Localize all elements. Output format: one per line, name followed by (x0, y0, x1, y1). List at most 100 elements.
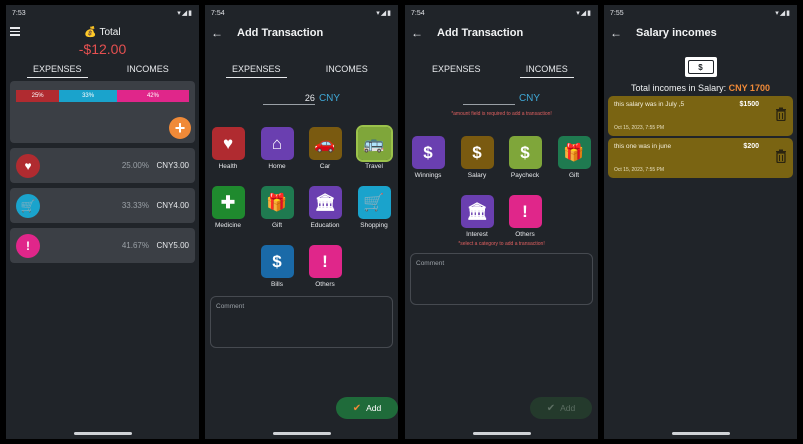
category-car[interactable]: 🚗 Car (307, 127, 343, 170)
education-icon: 🏛 (308, 186, 342, 219)
expense-category-row[interactable]: ! 41.67% CNY5.00 (10, 228, 195, 263)
status-icons: ▾◢▮ (177, 10, 193, 17)
total-label: 💰 Total (84, 27, 121, 38)
comment-field[interactable]: Comment (410, 253, 593, 305)
expense-category-row[interactable]: 🛒 33.33% CNY4.00 (10, 188, 195, 223)
category-travel[interactable]: 🚌 Travel (355, 125, 393, 170)
category-amount: CNY3.00 (156, 161, 189, 170)
add-button-label: Add (366, 403, 382, 413)
category-label: Health (218, 163, 238, 170)
status-time: 7:54 (211, 9, 225, 17)
gesture-bar (472, 432, 531, 435)
total-value: -$12.00 (78, 41, 127, 57)
category-error: *select a category to add a transaction! (458, 241, 545, 247)
category-percent: 25.00% (121, 161, 149, 170)
category-label: Paycheck (510, 172, 540, 179)
income-total-value: CNY 1700 (728, 83, 770, 93)
app-bar: ← Salary incomes (604, 21, 797, 45)
income-amount: $200 (743, 143, 759, 150)
category-percent: 33.33% (121, 201, 149, 210)
add-button[interactable]: ✔ Add (336, 397, 398, 419)
income-item[interactable]: this salary was in July ,5 $1500 Oct 15, 2… (608, 96, 793, 136)
back-arrow-icon[interactable]: ← (211, 26, 231, 40)
category-home[interactable]: ⌂ Home (259, 127, 295, 170)
amount-error: *amount field is required to add a trans… (451, 111, 552, 117)
tab-expenses[interactable]: EXPENSES (411, 64, 502, 77)
category-health[interactable]: ♥ Health (210, 127, 246, 170)
category-label: Education (310, 222, 340, 229)
status-bar: 7:54 ▾◢▮ (205, 5, 398, 21)
tab-incomes[interactable]: INCOMES (502, 64, 593, 78)
status-time: 7:54 (411, 9, 425, 17)
breakdown-bar: 25% 33% 42% (16, 90, 189, 102)
category-education[interactable]: 🏛 Education (307, 186, 343, 229)
money-bill-icon: $ (260, 245, 294, 278)
amount-input[interactable] (462, 93, 515, 105)
category-gift[interactable]: 🎁 Gift (259, 186, 295, 229)
add-transaction-button[interactable]: + (169, 117, 191, 139)
category-label: Others (515, 231, 535, 238)
income-comment: this one was in june (614, 143, 672, 150)
category-medicine[interactable]: ✚ Medicine (210, 186, 246, 229)
gesture-bar (73, 432, 132, 435)
bank-icon: 🏛 (460, 195, 494, 228)
category-label: Travel (365, 163, 383, 170)
status-icons: ▾◢▮ (376, 10, 392, 17)
back-arrow-icon[interactable]: ← (411, 26, 431, 40)
amount-row: CNY (405, 93, 598, 105)
breakdown-segment: 33% (59, 90, 117, 102)
add-button-disabled[interactable]: ✔ Add (530, 397, 592, 419)
page-title: Add Transaction (237, 27, 324, 39)
category-amount: CNY4.00 (156, 201, 189, 210)
car-icon: 🚗 (308, 127, 342, 160)
category-winnings[interactable]: $ Winnings (410, 136, 446, 179)
check-icon: ✔ (546, 402, 556, 414)
category-others[interactable]: ! Others (307, 245, 343, 288)
category-amount: CNY5.00 (156, 241, 189, 250)
add-button-label: Add (560, 403, 576, 413)
status-time: 7:55 (610, 9, 624, 17)
exclamation-icon: ! (508, 195, 542, 228)
category-label: Gift (271, 222, 283, 229)
tab-bar: EXPENSES INCOMES (211, 64, 393, 78)
salary-incomes-screen: 7:55 ▾◢▮ ← Salary incomes $ Total income… (604, 5, 797, 439)
status-icons: ▾◢▮ (576, 10, 592, 17)
exclamation-icon: ! (16, 233, 40, 258)
cart-icon: 🛒 (357, 186, 391, 219)
income-item[interactable]: this one was in june $200 Oct 15, 2023, 7:… (608, 138, 793, 178)
tab-expenses[interactable]: EXPENSES (12, 64, 103, 78)
category-gift[interactable]: 🎁 Gift (556, 136, 592, 179)
currency-label[interactable]: CNY (319, 93, 340, 104)
back-arrow-icon[interactable]: ← (610, 26, 630, 40)
amount-row: 26 CNY (205, 93, 398, 105)
category-label: Interest (466, 231, 488, 238)
breakdown-segment: 42% (116, 90, 189, 102)
category-salary[interactable]: $ Salary (459, 136, 495, 179)
amount-input[interactable]: 26 (262, 93, 315, 105)
category-shopping[interactable]: 🛒 Shopping (356, 186, 392, 229)
income-date: Oct 15, 2023, 7:55 PM (614, 167, 665, 173)
tab-bar: EXPENSES INCOMES (411, 64, 593, 78)
tab-incomes[interactable]: INCOMES (103, 64, 194, 77)
category-label: Salary (467, 172, 487, 179)
tab-expenses[interactable]: EXPENSES (211, 64, 302, 78)
trash-icon[interactable] (775, 107, 787, 122)
heart-pulse-icon: ♥ (211, 127, 245, 160)
breakdown-card: 25% 33% 42% + (10, 81, 195, 143)
income-date: Oct 15, 2023, 7:55 PM (614, 125, 665, 131)
medicine-icon: ✚ (211, 186, 245, 219)
tab-incomes[interactable]: INCOMES (302, 64, 393, 77)
category-bills[interactable]: $ Bills (259, 245, 295, 288)
expense-category-row[interactable]: ♥ 25.00% CNY3.00 (10, 148, 195, 183)
category-paycheck[interactable]: $ Paycheck (507, 136, 543, 179)
breakdown-segment: 25% (16, 90, 60, 102)
category-interest[interactable]: 🏛 Interest (459, 195, 495, 238)
trash-icon[interactable] (775, 149, 787, 164)
currency-label[interactable]: CNY (519, 93, 540, 104)
comment-field[interactable]: Comment (210, 296, 393, 348)
status-bar: 7:53 ▾◢▮ (6, 5, 199, 21)
category-others[interactable]: ! Others (507, 195, 543, 238)
page-title: Salary incomes (636, 27, 717, 39)
money-bill-icon: $ (460, 136, 494, 169)
app-bar: ← Add Transaction (405, 21, 598, 45)
